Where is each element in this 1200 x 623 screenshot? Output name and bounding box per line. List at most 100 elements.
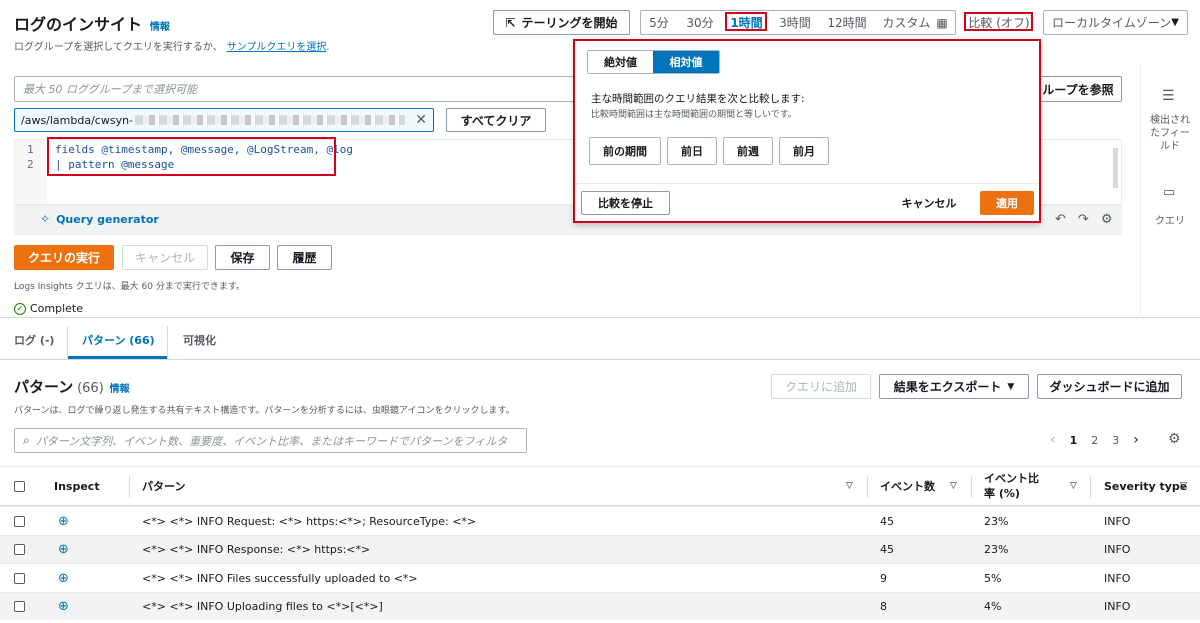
row-checkbox[interactable]: [14, 536, 25, 564]
line-number-1: 1: [27, 143, 34, 156]
settings-icon[interactable]: ⚙: [1101, 212, 1113, 227]
col-pattern[interactable]: パターン: [142, 466, 185, 506]
col-ratio[interactable]: イベント比率 (%): [984, 466, 1048, 506]
range-12h[interactable]: 12時間: [826, 10, 868, 35]
range-30m[interactable]: 30分: [684, 10, 716, 35]
previous-month-button[interactable]: 前月: [779, 137, 829, 165]
pattern-filter-input[interactable]: ⌕ パターン文字列、イベント数、重要度、イベント比率、またはキーワードでパターン…: [14, 428, 527, 453]
compare-mode-toggle: 絶対値 相対値: [587, 50, 720, 74]
pagination: ‹ 1 2 3 ›: [1050, 432, 1139, 448]
patterns-description: パターンは、ログで繰り返し発生する共有テキスト構造です。パターンを分析するには、…: [14, 406, 515, 416]
add-to-query-button[interactable]: クエリに追加: [771, 374, 871, 399]
table-settings-icon[interactable]: ⚙: [1168, 431, 1181, 447]
table-row: ⊕ <*> <*> INFO Response: <*> https:<*> 4…: [0, 534, 1200, 564]
sort-severity-icon[interactable]: ▽: [1180, 466, 1187, 506]
ratio-cell: 5%: [984, 571, 1002, 585]
sort-pattern-icon[interactable]: ▽: [846, 466, 853, 506]
row-checkbox[interactable]: [14, 593, 25, 621]
cancel-query-button[interactable]: キャンセル: [122, 245, 208, 270]
events-cell: 45: [880, 514, 894, 528]
run-limit-note: Logs Insights クエリは、最大 60 分まで実行できます。: [14, 282, 245, 292]
ratio-cell: 23%: [984, 543, 1009, 556]
clear-all-button[interactable]: すべてクリア: [446, 108, 546, 132]
editor-tools: ↶ ↷ ⚙: [1055, 212, 1112, 227]
sample-query-link[interactable]: サンプルクエリを選択: [227, 42, 327, 53]
sparkle-icon: ✧: [40, 212, 51, 226]
inspect-icon[interactable]: ⊕: [58, 593, 69, 621]
page-title: ログのインサイト: [14, 15, 143, 34]
sort-ratio-icon[interactable]: ▽: [1070, 466, 1077, 506]
saved-queries-label[interactable]: クエリ: [1146, 212, 1194, 227]
stop-compare-button[interactable]: 比較を停止: [581, 191, 670, 215]
add-to-dashboard-button[interactable]: ダッシュボードに追加: [1037, 374, 1182, 399]
tab-logs[interactable]: ログ (-): [14, 332, 54, 348]
redo-icon[interactable]: ↷: [1078, 212, 1089, 227]
loggroup-token: /aws/lambda/cwsyn- ✕: [14, 108, 434, 132]
previous-week-button[interactable]: 前週: [723, 137, 773, 165]
table-row: ⊕ <*> <*> INFO Uploading files to <*>[<*…: [0, 591, 1200, 621]
range-5m[interactable]: 5分: [646, 10, 672, 35]
remove-token-icon[interactable]: ✕: [415, 112, 427, 128]
pattern-cell: <*> <*> INFO Uploading files to <*>[<*>]: [142, 600, 383, 613]
row-checkbox[interactable]: [14, 507, 25, 535]
history-button[interactable]: 履歴: [277, 245, 332, 270]
severity-cell: INFO: [1104, 571, 1131, 585]
redacted-text: [135, 115, 406, 125]
prev-page-icon[interactable]: ‹: [1050, 432, 1056, 448]
pattern-cell: <*> <*> INFO Files successfully uploaded…: [142, 571, 418, 585]
caret-down-icon: ▼: [1171, 17, 1179, 28]
search-icon: ⌕: [23, 433, 30, 447]
undo-icon[interactable]: ↶: [1055, 212, 1066, 227]
tab-relative[interactable]: 相対値: [653, 51, 719, 73]
patterns-info-link[interactable]: 情報: [110, 384, 130, 395]
caret-down-icon: ▼: [1007, 381, 1015, 392]
inspect-icon[interactable]: ⊕: [58, 507, 69, 535]
range-custom[interactable]: カスタム ▦: [880, 10, 950, 35]
row-checkbox[interactable]: [14, 564, 25, 592]
severity-cell: INFO: [1104, 514, 1131, 528]
success-icon: ✓: [14, 302, 26, 315]
severity-cell: INFO: [1104, 600, 1131, 613]
page-2[interactable]: 2: [1091, 434, 1098, 447]
list-icon[interactable]: ☰: [1162, 88, 1175, 104]
export-results-button[interactable]: 結果をエクスポート ▼: [879, 374, 1029, 399]
popover-cancel-button[interactable]: キャンセル: [895, 191, 963, 215]
previous-period-button[interactable]: 前の期間: [589, 137, 661, 165]
ratio-cell: 23%: [984, 514, 1009, 528]
compare-toggle[interactable]: 比較 (オフ): [958, 10, 1040, 35]
query-status: ✓ Complete: [14, 302, 83, 315]
popover-heading: 主な時間範囲のクエリ結果を次と比較します:: [591, 93, 805, 105]
page-subtitle: ロググループを選択してクエリを実行するか、 サンプルクエリを選択.: [14, 42, 330, 53]
apply-button[interactable]: 適用: [980, 191, 1034, 215]
severity-cell: INFO: [1104, 543, 1131, 556]
range-1h[interactable]: 1時間: [727, 10, 766, 35]
tab-patterns[interactable]: パターン (66): [82, 332, 155, 348]
col-events[interactable]: イベント数: [880, 466, 935, 506]
info-link[interactable]: 情報: [150, 22, 170, 33]
range-3h[interactable]: 3時間: [777, 10, 813, 35]
sort-events-icon[interactable]: ▽: [950, 466, 957, 506]
start-tailing-button[interactable]: ⇱ テーリングを開始: [493, 10, 630, 35]
editor-scrollbar[interactable]: [1113, 148, 1118, 188]
col-severity[interactable]: Severity type: [1104, 466, 1187, 506]
page-3[interactable]: 3: [1112, 434, 1119, 447]
tab-absolute[interactable]: 絶対値: [588, 51, 653, 73]
next-page-icon[interactable]: ›: [1133, 432, 1139, 448]
browse-loggroups-button[interactable]: ループを参照: [1034, 76, 1122, 102]
discovered-fields-label[interactable]: 検出されたフィールド: [1146, 114, 1194, 153]
select-all-checkbox[interactable]: [14, 466, 25, 506]
previous-day-button[interactable]: 前日: [667, 137, 717, 165]
col-inspect: Inspect: [54, 479, 100, 493]
pattern-cell: <*> <*> INFO Request: <*> https:<*>; Res…: [142, 514, 477, 528]
inspect-icon[interactable]: ⊕: [58, 536, 69, 564]
run-query-button[interactable]: クエリの実行: [14, 245, 114, 270]
tab-visualization[interactable]: 可視化: [183, 332, 216, 348]
calendar-icon: ▦: [936, 15, 948, 30]
query-generator-button[interactable]: ✧ Query generator: [40, 212, 159, 226]
timezone-select[interactable]: ローカルタイムゾーン ▼: [1043, 10, 1188, 35]
save-button[interactable]: 保存: [215, 245, 270, 270]
popover-description: 比較時間範囲は主な時間範囲の期間と等しいです。: [591, 110, 797, 120]
folder-icon[interactable]: ▭: [1163, 185, 1175, 200]
inspect-icon[interactable]: ⊕: [58, 564, 69, 592]
page-1[interactable]: 1: [1070, 434, 1078, 447]
